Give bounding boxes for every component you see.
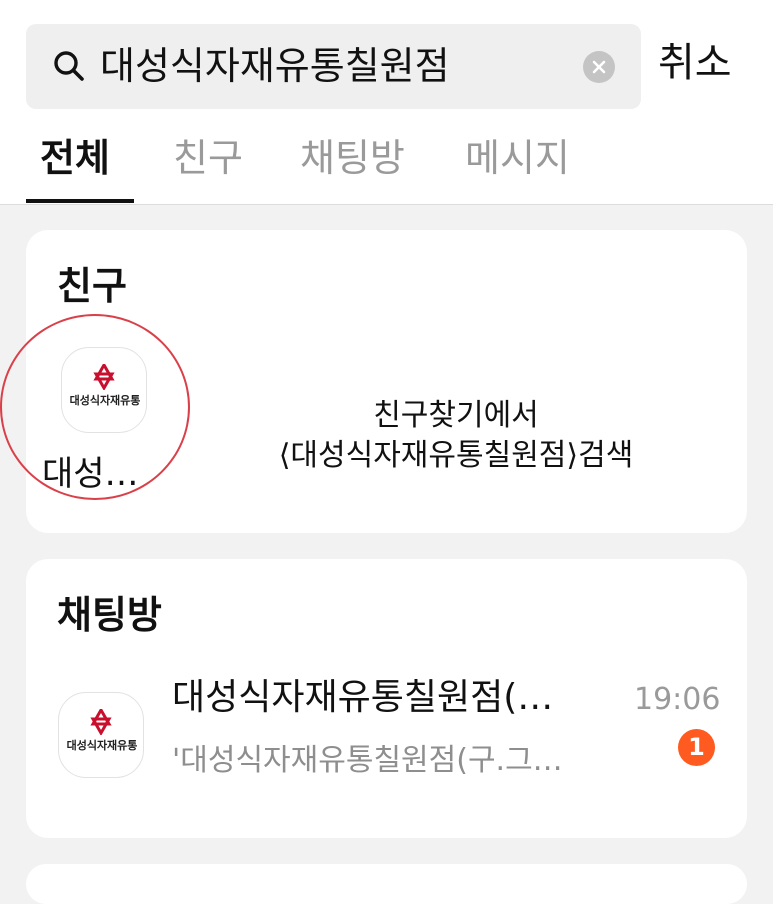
cancel-button[interactable]: 취소 [658, 38, 732, 88]
next-section-card [26, 864, 747, 904]
close-icon [592, 60, 606, 74]
highlight-circle-annotation [0, 314, 190, 500]
tab-all[interactable]: 전체 [40, 130, 110, 205]
top-bar: 대성식자재유통칠원점 취소 전체 친구 채팅방 메시지 [0, 0, 773, 205]
find-hint-line2: ⟨대성식자재유통칠원점⟩검색 [278, 438, 634, 473]
search-field[interactable]: 대성식자재유통칠원점 [26, 24, 641, 109]
friends-section-card: 친구 대성식자재유통 대성… 친구찾기에서 ⟨대성식자재유통칠원점⟩검색 [0, 230, 747, 533]
search-input[interactable]: 대성식자재유통칠원점 [100, 42, 450, 90]
red-star-logo-icon [90, 709, 112, 735]
clear-search-button[interactable] [583, 51, 615, 83]
chatroom-last-message: '대성식자재유통칠원점(구.그… [172, 743, 563, 778]
avatar: 대성식자재유통 [58, 692, 144, 778]
unread-count-badge: 1 [678, 729, 715, 766]
logo-text: 대성식자재유통 [66, 739, 138, 752]
active-tab-indicator [26, 199, 134, 203]
search-icon [54, 51, 84, 81]
chatrooms-section-card: 채팅방 대성식자재유통 대성식자재유통칠원점(… '대성식자재유통칠원점(구.그… [26, 559, 747, 838]
search-filter-tabs: 전체 친구 채팅방 메시지 [0, 130, 773, 205]
tab-chatrooms[interactable]: 채팅방 [300, 130, 405, 205]
tab-friends[interactable]: 친구 [173, 130, 243, 205]
chatrooms-section-title: 채팅방 [57, 593, 162, 637]
find-friend-hint[interactable]: 친구찾기에서 ⟨대성식자재유통칠원점⟩검색 [176, 396, 736, 476]
chatroom-title: 대성식자재유통칠원점(… [172, 677, 554, 718]
find-hint-line1: 친구찾기에서 [373, 398, 539, 433]
chatroom-time: 19:06 [634, 682, 721, 717]
friends-section-title: 친구 [57, 264, 127, 308]
divider [0, 204, 773, 205]
tab-messages[interactable]: 메시지 [465, 130, 570, 205]
